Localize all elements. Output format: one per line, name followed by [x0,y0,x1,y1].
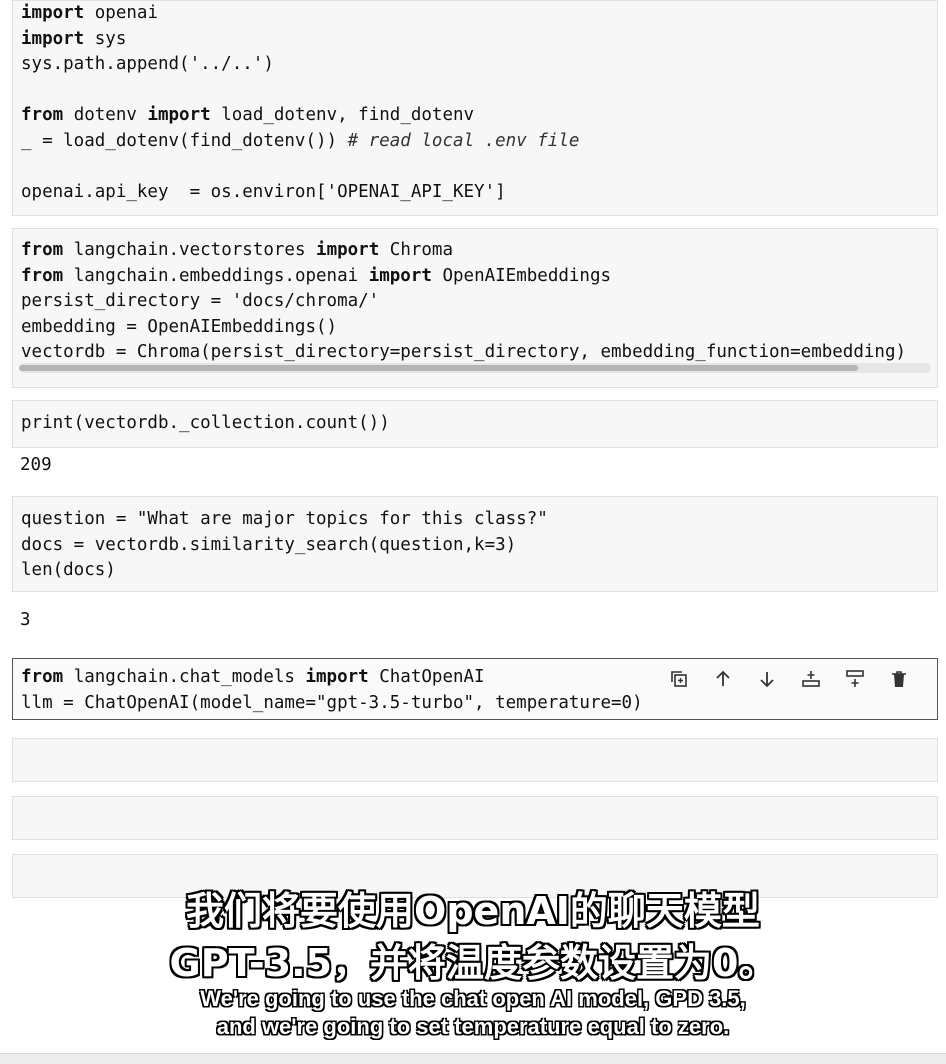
cell-2-code[interactable]: from langchain.vectorstores import Chrom… [13,229,937,366]
subtitle-english-line-1: We're going to use the chat open AI mode… [200,986,746,1011]
duplicate-icon[interactable] [657,665,701,693]
insert-above-icon[interactable] [789,665,833,693]
empty-cell-2[interactable] [12,796,938,840]
scrollbar-thumb[interactable] [19,365,859,371]
cell-3-output: 209 [20,455,52,475]
subtitle-chinese-line-1: 我们将要使用OpenAI的聊天模型 [186,889,760,933]
cell-1-code[interactable]: import openai import sys sys.path.append… [13,1,937,205]
empty-cell-1[interactable] [12,738,938,782]
cell-3-code[interactable]: print(vectordb._collection.count()) [13,401,937,437]
insert-below-icon[interactable] [833,665,877,693]
bottom-strip [0,1053,946,1064]
horizontal-scrollbar[interactable] [19,363,931,373]
code-cell-4[interactable]: question = "What are major topics for th… [12,496,938,592]
code-cell-3[interactable]: print(vectordb._collection.count()) [12,400,938,448]
code-cell-1[interactable]: import openai import sys sys.path.append… [12,0,938,216]
subtitle-chinese-line-2: GPT-3.5，并将温度参数设置为0。 [169,941,777,985]
delete-icon[interactable] [877,665,921,693]
move-up-icon[interactable] [701,665,745,693]
cell-4-output: 3 [20,610,31,630]
code-cell-5-active[interactable]: from langchain.chat_models import ChatOp… [12,658,938,720]
cell-toolbar [657,665,921,693]
subtitle-english-line-2: and we're going to set temperature equal… [216,1014,730,1039]
move-down-icon[interactable] [745,665,789,693]
cell-4-code[interactable]: question = "What are major topics for th… [13,497,937,584]
code-cell-2[interactable]: from langchain.vectorstores import Chrom… [12,228,938,388]
